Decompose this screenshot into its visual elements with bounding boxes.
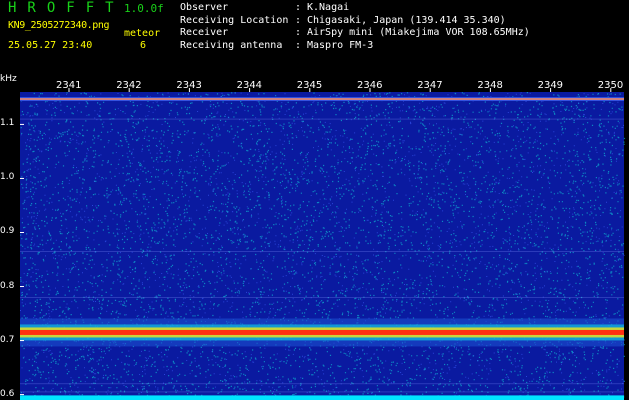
y-tick-label: 0.6: [0, 388, 15, 399]
signal-band: [20, 98, 624, 101]
info-key: Receiving antenna: [180, 39, 283, 51]
y-tick-label: 0.9: [0, 226, 15, 237]
meteor-count: 6: [140, 40, 147, 51]
spectrogram-plot: 2341 2342 2343 2344 2345 2346 2347 2348 2349 2350…: [0, 74, 629, 400]
x-tick-label: 2345: [296, 80, 323, 91]
x-tick-label: 2343: [176, 80, 202, 91]
spectrogram-svg: [20, 88, 626, 400]
info-value: Chigasaki, Japan (139.414 35.340): [307, 14, 506, 26]
info-key: Receiving Location: [180, 14, 289, 26]
y-tick-label: 0.7: [0, 334, 15, 345]
x-tick-label: 2350: [597, 80, 624, 91]
x-tick-label: 2348: [477, 80, 503, 91]
y-tick-label: 0.8: [0, 280, 15, 291]
y-tick-label: 1.1: [0, 118, 15, 129]
app-title: HROFFT: [8, 0, 125, 16]
info-key: Receiver: [180, 27, 229, 38]
info-row-observer: Observer: K.Nagai: [180, 2, 530, 15]
info-row-antenna: Receiving antenna: Maspro FM-3: [180, 40, 530, 53]
y-axis-label: kHz: [0, 74, 17, 84]
version-label: 1.0.0f: [124, 2, 164, 15]
info-separator: :: [295, 14, 302, 26]
info-value: AirSpy mini (Miakejima VOR 108.65MHz): [307, 27, 530, 38]
signal-band: [20, 395, 624, 400]
x-tick-label: 2346: [357, 80, 383, 91]
info-separator: :: [295, 27, 302, 38]
meteor-label: meteor: [124, 28, 161, 39]
x-tick-label: 2349: [537, 80, 564, 91]
x-tick-label: 2344: [236, 80, 263, 91]
info-value: Maspro FM-3: [307, 39, 374, 51]
info-row-receiver: Receiver: AirSpy mini (Miakejima VOR 108.…: [180, 27, 530, 40]
filename-label: KN9_2505272340.png: [8, 20, 110, 31]
x-tick-label: 2342: [116, 80, 142, 91]
info-value: K.Nagai: [307, 2, 350, 13]
datetime-label: 25.05.27 23:40: [8, 40, 93, 51]
y-tick-label: 1.0: [0, 172, 15, 183]
x-tick-label: 2341: [56, 80, 82, 91]
info-separator: :: [295, 2, 302, 13]
info-key: Observer: [180, 2, 229, 13]
header-panel: HROFFT 1.0.0f KN9_2505272340.png meteor …: [0, 0, 629, 78]
info-row-location: Receiving Location: Chigasaki, Japan (139…: [180, 15, 530, 28]
signal-band: [20, 329, 624, 335]
observation-info: Observer: K.Nagai Receiving Location: Chig…: [180, 2, 530, 52]
x-tick-label: 2347: [417, 80, 443, 91]
info-separator: :: [295, 39, 302, 51]
